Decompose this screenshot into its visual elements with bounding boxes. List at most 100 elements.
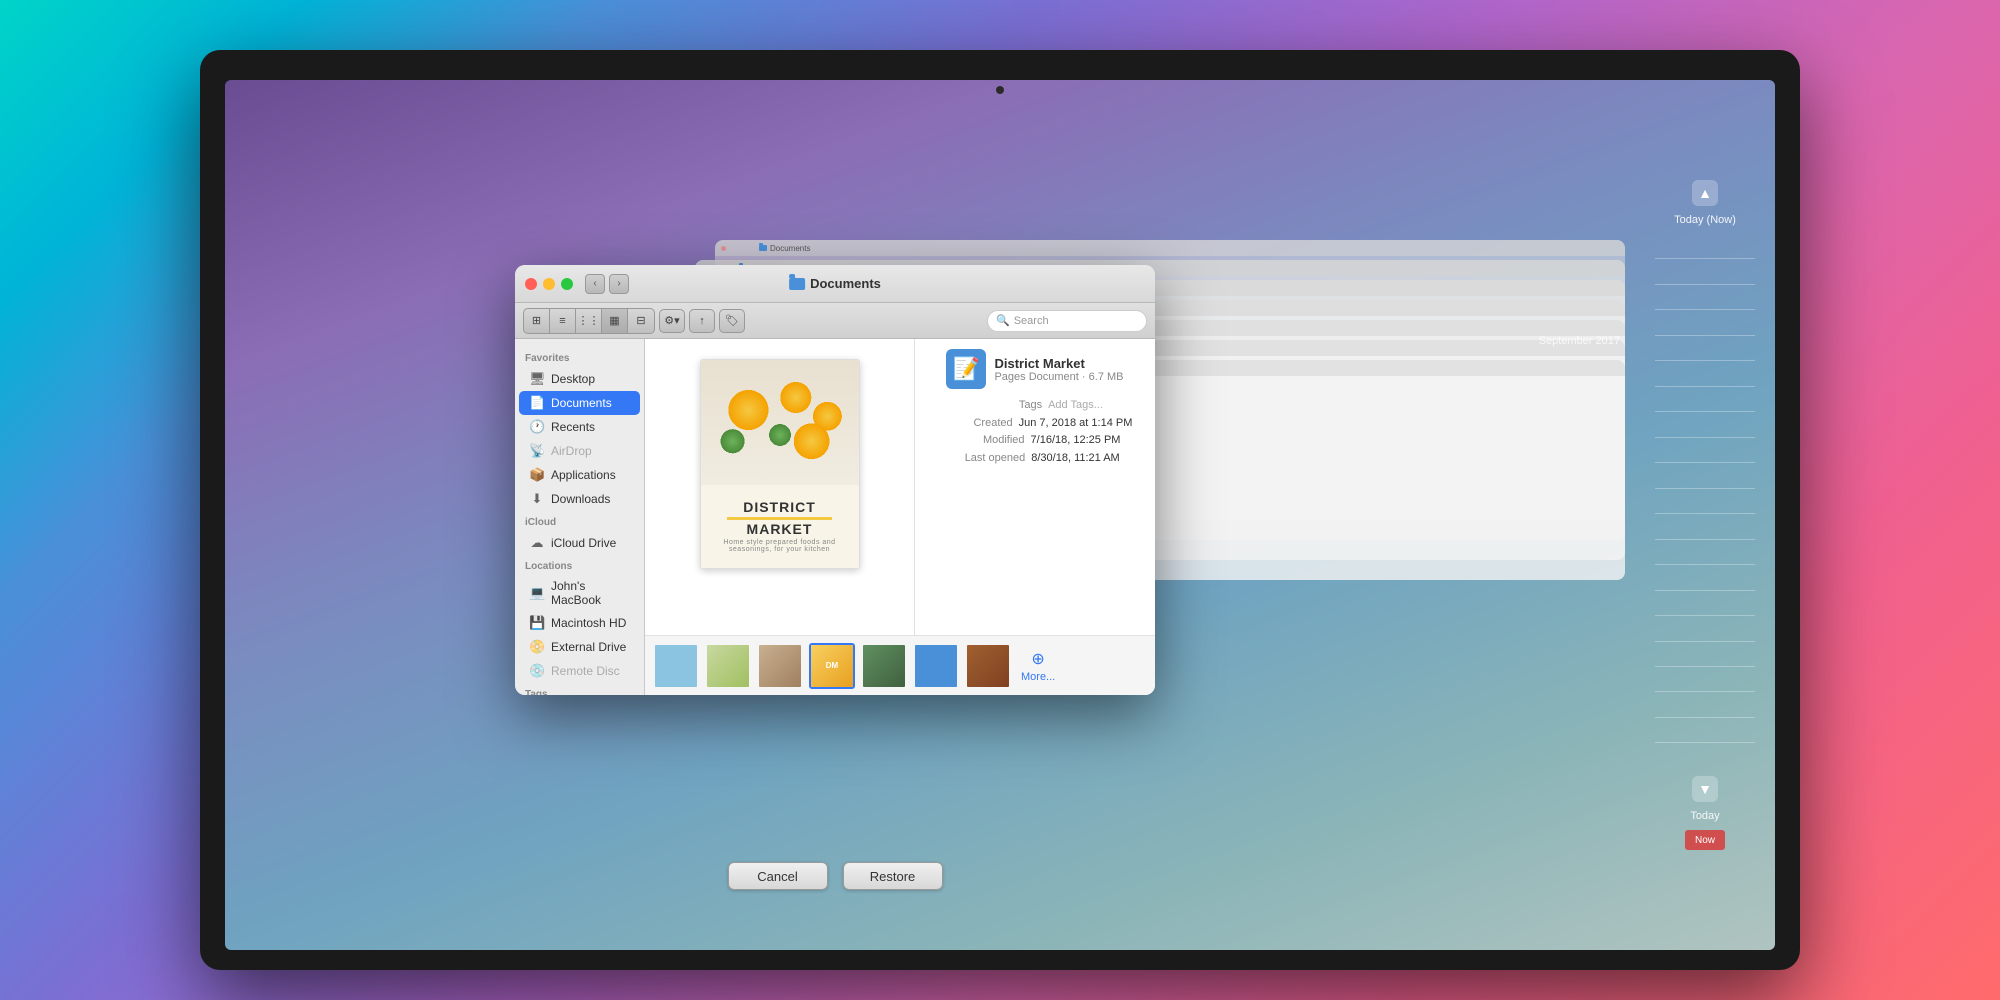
file-icon-large: 📝 (946, 349, 986, 389)
finder-toolbar: ⊞ ≡ ⋮⋮ ▦ ⊟ ⚙▾ ↑ 🏷 🔍 Search (515, 303, 1155, 339)
thumb-4[interactable]: DM (809, 643, 855, 689)
sidebar-item-icloud-drive[interactable]: ☁ iCloud Drive (519, 531, 640, 555)
doc-title-line2: MARKET (747, 522, 813, 537)
file-list: DISTRICT MARKET Home style prepared food… (645, 339, 915, 635)
file-info-header: 📝 District Market Pages Document · 6.7 M… (946, 349, 1123, 389)
window-title-text: Documents (810, 276, 881, 291)
thumb-2[interactable] (705, 643, 751, 689)
action-menu-button[interactable]: ⚙▾ (659, 309, 685, 333)
back-button[interactable]: ‹ (585, 274, 605, 294)
modified-value: 7/16/18, 12:25 PM (1031, 432, 1121, 450)
sidebar-label-airdrop: AirDrop (551, 444, 592, 458)
documents-icon: 📄 (529, 395, 545, 411)
file-name: District Market (994, 356, 1123, 371)
search-box[interactable]: 🔍 Search (987, 310, 1147, 332)
sidebar-label-icloud-drive: iCloud Drive (551, 536, 616, 550)
file-title-block: District Market Pages Document · 6.7 MB (994, 356, 1123, 383)
file-type-size: Pages Document · 6.7 MB (994, 371, 1123, 383)
sidebar-item-macbook[interactable]: 💻 John's MacBook (519, 575, 640, 611)
finder-main: DISTRICT MARKET Home style prepared food… (645, 339, 1155, 695)
time-machine-timeline (1655, 234, 1755, 768)
thumb-6[interactable] (913, 643, 959, 689)
tags-row: Tags Add Tags... (967, 397, 1103, 415)
list-view-button[interactable]: ≡ (550, 309, 576, 333)
cancel-button[interactable]: Cancel (728, 862, 828, 890)
thumb-inner-7 (967, 645, 1009, 687)
sidebar-item-remote-disc[interactable]: 💿 Remote Disc (519, 659, 640, 683)
last-opened-value: 8/30/18, 11:21 AM (1031, 450, 1119, 468)
time-machine-restore-marker: Now (1685, 830, 1725, 850)
sidebar-item-documents[interactable]: 📄 Documents (519, 391, 640, 415)
sidebar-item-applications[interactable]: 📦 Applications (519, 463, 640, 487)
thumb-5[interactable] (861, 643, 907, 689)
sidebar-item-downloads[interactable]: ⬇ Downloads (519, 487, 640, 511)
last-opened-row: Last opened 8/30/18, 11:21 AM (950, 450, 1119, 468)
sidebar-label-remote-disc: Remote Disc (551, 664, 620, 678)
restore-button[interactable]: Restore (843, 862, 943, 890)
sidebar-item-recents[interactable]: 🕐 Recents (519, 415, 640, 439)
thumb-1[interactable] (653, 643, 699, 689)
more-icon: ⊕ (1031, 649, 1044, 669)
sidebar-item-airdrop[interactable]: 📡 AirDrop (519, 439, 640, 463)
created-value: Jun 7, 2018 at 1:14 PM (1019, 415, 1133, 433)
time-machine-today-label: Today (1690, 810, 1719, 822)
pages-icon: 📝 (953, 356, 980, 382)
airdrop-icon: 📡 (529, 443, 545, 459)
thumb-inner-3 (759, 645, 801, 687)
minimize-button[interactable] (543, 278, 555, 290)
thumb-inner-6 (915, 645, 957, 687)
thumb-inner-1 (655, 645, 697, 687)
share-button[interactable]: ↑ (689, 309, 715, 333)
document-image (701, 360, 859, 485)
preview-image-container: DISTRICT MARKET Home style prepared food… (655, 349, 904, 591)
traffic-lights (525, 278, 573, 290)
finder-titlebar: ‹ › Documents (515, 265, 1155, 303)
sidebar-label-macbook: John's MacBook (551, 579, 630, 607)
tag-button[interactable]: 🏷 (719, 309, 745, 333)
more-button[interactable]: ⊕ More... (1021, 649, 1055, 683)
finder-body: Favorites 🖥 Desktop 📄 Documents 🕐 Recent… (515, 339, 1155, 695)
sidebar-section-icloud: iCloud (515, 511, 644, 531)
close-button[interactable] (525, 278, 537, 290)
time-machine-today-now: Today (Now) (1674, 214, 1736, 226)
created-row: Created Jun 7, 2018 at 1:14 PM (938, 415, 1133, 433)
finder-window: ‹ › Documents ⊞ ≡ ⋮⋮ ▦ ⊟ ⚙▾ ↑ (515, 265, 1155, 695)
thumb-3[interactable] (757, 643, 803, 689)
thumb-inner-2 (707, 645, 749, 687)
file-size: · (1082, 371, 1089, 383)
macintosh-hd-icon: 💾 (529, 615, 545, 631)
gallery-view-button[interactable]: ▦ (602, 309, 628, 333)
last-opened-label: Last opened (950, 450, 1025, 468)
time-machine-up-button[interactable]: ▲ (1692, 180, 1718, 206)
cover-flow-button[interactable]: ⊟ (628, 309, 654, 333)
file-size-value: 6.7 MB (1089, 371, 1124, 383)
doc-yellow-bar (727, 517, 832, 520)
downloads-icon: ⬇ (529, 491, 545, 507)
thumb-selected-indicator: DM (826, 661, 838, 670)
column-view-button[interactable]: ⋮⋮ (576, 309, 602, 333)
sidebar-section-favorites: Favorites (515, 347, 644, 367)
doc-title-line1: DISTRICT (743, 500, 816, 515)
forward-button[interactable]: › (609, 274, 629, 294)
macbook-icon: 💻 (529, 585, 545, 601)
sidebar-label-applications: Applications (551, 468, 616, 482)
finder-content: DISTRICT MARKET Home style prepared food… (645, 339, 1155, 635)
icloud-drive-icon: ☁ (529, 535, 545, 551)
icon-view-button[interactable]: ⊞ (524, 309, 550, 333)
search-icon: 🔍 (996, 314, 1010, 327)
preview-panel: 📝 District Market Pages Document · 6.7 M… (915, 339, 1155, 635)
doc-subtitle: Home style prepared foods and seasonings… (705, 539, 855, 553)
macbook-frame: Documents Documents Documents (200, 50, 1800, 970)
time-machine-down-button[interactable]: ▼ (1692, 776, 1718, 802)
macbook-screen: Documents Documents Documents (225, 80, 1775, 950)
sidebar-item-macintosh-hd[interactable]: 💾 Macintosh HD (519, 611, 640, 635)
sidebar-label-desktop: Desktop (551, 372, 595, 386)
sidebar-item-external-drive[interactable]: 📀 External Drive (519, 635, 640, 659)
tags-add-button[interactable]: Add Tags... (1048, 397, 1103, 415)
modified-row: Modified 7/16/18, 12:25 PM (950, 432, 1121, 450)
thumb-7[interactable] (965, 643, 1011, 689)
sidebar-label-recents: Recents (551, 420, 595, 434)
maximize-button[interactable] (561, 278, 573, 290)
time-machine-date: September 2017 (1539, 335, 1620, 347)
sidebar-item-desktop[interactable]: 🖥 Desktop (519, 367, 640, 391)
